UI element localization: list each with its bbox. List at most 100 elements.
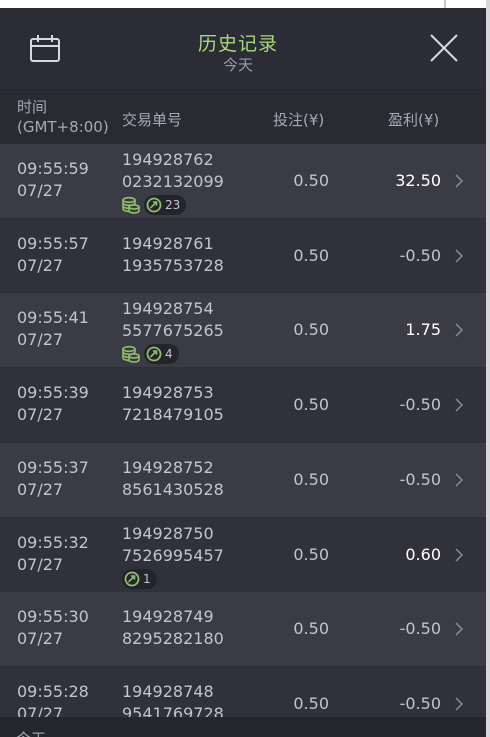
free-spin-count: 4 — [165, 347, 173, 361]
row-bet: 0.50 — [293, 694, 329, 713]
row-order-id-line1: 194928754 — [122, 299, 214, 318]
row-badges: 23 — [122, 195, 187, 215]
history-row[interactable]: 09:55:30 07/27 194928749 8295282180 0.50 -0.5… — [0, 592, 490, 666]
row-time: 09:55:39 07/27 — [17, 382, 89, 426]
history-row[interactable]: 09:55:32 07/27 194928750 7526995457 1 0.50 0.6… — [0, 518, 490, 592]
row-order-id-line2: 0232132099 — [122, 172, 224, 191]
history-row[interactable]: 09:55:37 07/27 194928752 8561430528 0.50 -0.5… — [0, 443, 490, 517]
row-date-value: 07/27 — [17, 256, 64, 275]
chevron-right-icon[interactable] — [453, 696, 465, 712]
row-bet: 0.50 — [293, 395, 329, 414]
row-profit: -0.50 — [399, 694, 441, 713]
free-spin-icon — [146, 197, 162, 213]
row-time: 09:55:57 07/27 — [17, 233, 89, 277]
free-spin-badge: 23 — [144, 195, 187, 215]
row-order-id-line1: 194928749 — [122, 607, 214, 626]
row-order-id-line1: 194928750 — [122, 524, 214, 543]
history-list: 09:55:59 07/27 194928762 0232132099 23 0.50 32… — [0, 144, 490, 717]
row-order-id-line1: 194928753 — [122, 383, 214, 402]
close-icon[interactable] — [428, 32, 460, 64]
row-time-value: 09:55:37 — [17, 458, 89, 477]
chevron-right-icon[interactable] — [453, 472, 465, 488]
row-order-id-line1: 194928752 — [122, 458, 214, 477]
chevron-right-icon[interactable] — [453, 621, 465, 637]
row-order-id-line2: 1935753728 — [122, 256, 224, 275]
history-row[interactable]: 09:55:28 07/27 194928748 9541769728 0.50 -0.5… — [0, 667, 490, 717]
row-time-value: 09:55:28 — [17, 682, 89, 701]
row-order-id: 194928762 0232132099 — [122, 149, 224, 193]
column-header: 时间 (GMT+8:00) 交易单号 投注(¥) 盈利(¥) — [0, 90, 490, 144]
row-order-id: 194928750 7526995457 — [122, 523, 224, 567]
column-order-id: 交易单号 — [122, 111, 183, 129]
row-profit: -0.50 — [399, 395, 441, 414]
top-divider — [444, 0, 446, 8]
coins-icon — [122, 345, 140, 363]
scrollbar[interactable] — [486, 8, 490, 737]
history-header: 历史记录 今天 — [0, 8, 490, 90]
row-time: 09:55:59 07/27 — [17, 158, 89, 202]
row-bet: 0.50 — [293, 470, 329, 489]
page-title: 历史记录 — [197, 33, 278, 55]
row-order-id-line2: 8561430528 — [122, 480, 224, 499]
page-subtitle: 今天 — [222, 56, 253, 74]
row-bet: 0.50 — [293, 246, 329, 265]
row-badges: 1 — [122, 569, 157, 589]
row-bet: 0.50 — [293, 171, 329, 190]
row-bet: 0.50 — [293, 320, 329, 339]
row-time: 09:55:30 07/27 — [17, 606, 89, 650]
row-date-value: 07/27 — [17, 704, 64, 717]
chevron-right-icon[interactable] — [453, 173, 465, 189]
free-spin-badge: 1 — [122, 569, 157, 589]
coins-icon — [122, 196, 140, 214]
row-date-value: 07/27 — [17, 330, 64, 349]
row-order-id-line2: 7526995457 — [122, 546, 224, 565]
row-order-id-line1: 194928748 — [122, 682, 214, 701]
footer-bar: 今天 — [0, 717, 490, 737]
row-profit: -0.50 — [399, 246, 441, 265]
row-date-value: 07/27 — [17, 629, 64, 648]
row-time-value: 09:55:39 — [17, 383, 89, 402]
row-order-id: 194928761 1935753728 — [122, 233, 224, 277]
history-row[interactable]: 09:55:41 07/27 194928754 5577675265 4 0.50 1.7… — [0, 293, 490, 367]
chevron-right-icon[interactable] — [453, 397, 465, 413]
row-profit: 0.60 — [405, 545, 441, 564]
top-strip — [0, 0, 490, 8]
row-profit: -0.50 — [399, 619, 441, 638]
row-order-id: 194928748 9541769728 — [122, 681, 224, 717]
row-profit: 32.50 — [395, 171, 441, 190]
row-order-id: 194928753 7218479105 — [122, 382, 224, 426]
row-order-id: 194928752 8561430528 — [122, 457, 224, 501]
history-row[interactable]: 09:55:57 07/27 194928761 1935753728 0.50 -0.5… — [0, 219, 490, 293]
row-profit: 1.75 — [405, 320, 441, 339]
row-date-value: 07/27 — [17, 480, 64, 499]
free-spin-count: 1 — [143, 572, 151, 586]
row-order-id-line2: 8295282180 — [122, 629, 224, 648]
row-time: 09:55:28 07/27 — [17, 681, 89, 717]
chevron-right-icon[interactable] — [453, 547, 465, 563]
column-time-label: 时间 — [17, 98, 48, 116]
row-time-value: 09:55:57 — [17, 234, 89, 253]
row-time: 09:55:32 07/27 — [17, 532, 89, 576]
history-row[interactable]: 09:55:59 07/27 194928762 0232132099 23 0.50 32… — [0, 144, 490, 218]
column-profit: 盈利(¥) — [388, 111, 440, 129]
row-order-id-line2: 9541769728 — [122, 704, 224, 717]
free-spin-badge: 4 — [144, 344, 179, 364]
row-order-id: 194928754 5577675265 — [122, 298, 224, 342]
chevron-right-icon[interactable] — [453, 322, 465, 338]
free-spin-icon — [146, 346, 162, 362]
row-bet: 0.50 — [293, 619, 329, 638]
chevron-right-icon[interactable] — [453, 248, 465, 264]
free-spin-icon — [124, 571, 140, 587]
row-date-value: 07/27 — [17, 405, 64, 424]
row-order-id: 194928749 8295282180 — [122, 606, 224, 650]
row-time-value: 09:55:32 — [17, 533, 89, 552]
row-time: 09:55:41 07/27 — [17, 307, 89, 351]
row-order-id-line1: 194928761 — [122, 234, 214, 253]
column-time-zone: (GMT+8:00) — [17, 118, 109, 136]
footer-text: 今天 — [16, 729, 46, 737]
row-date-value: 07/27 — [17, 555, 64, 574]
row-order-id-line2: 5577675265 — [122, 321, 224, 340]
row-time-value: 09:55:41 — [17, 308, 89, 327]
history-row[interactable]: 09:55:39 07/27 194928753 7218479105 0.50 -0.5… — [0, 368, 490, 442]
row-bet: 0.50 — [293, 545, 329, 564]
